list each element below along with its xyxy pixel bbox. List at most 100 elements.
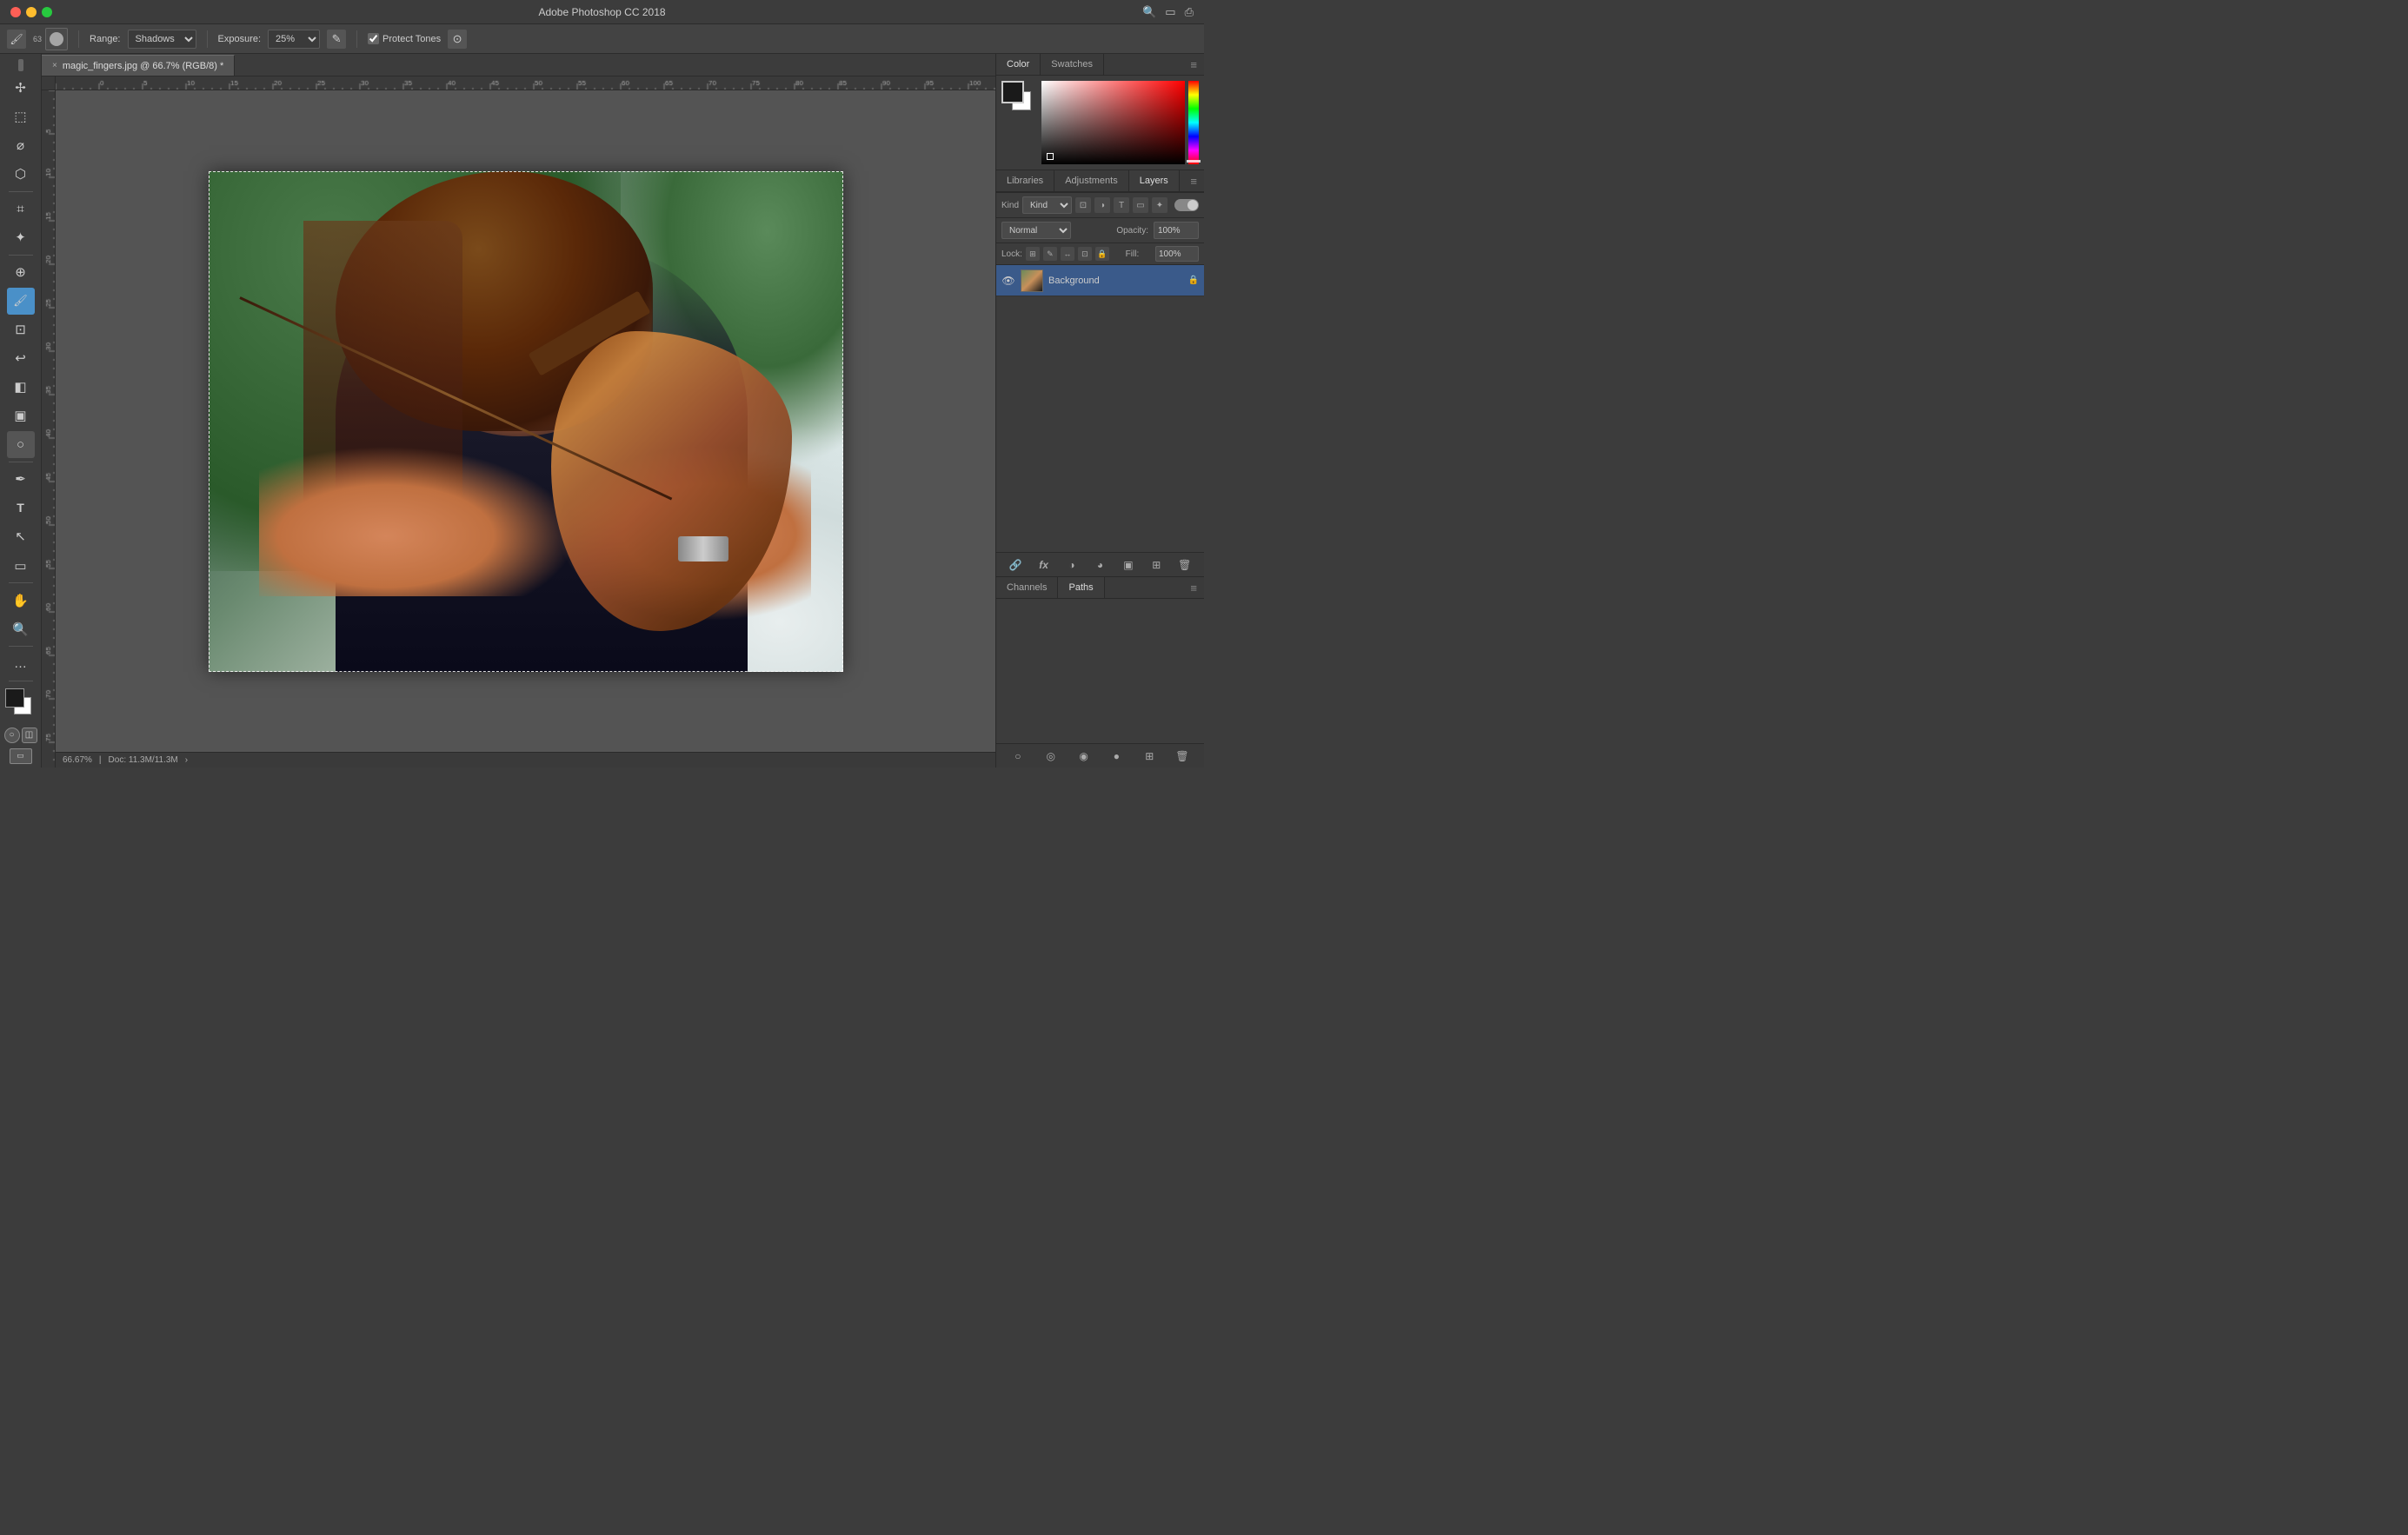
new-layer-icon[interactable]: ⊞: [1147, 556, 1165, 574]
new-group-icon[interactable]: ▣: [1120, 556, 1137, 574]
delete-path-icon[interactable]: 🗑: [1174, 748, 1191, 765]
fill-input[interactable]: [1155, 246, 1199, 262]
standard-mode[interactable]: ○: [4, 728, 20, 743]
lock-transform-icon[interactable]: ⊡: [1078, 247, 1092, 261]
layer-item-background[interactable]: 👁 Background 🔒: [996, 265, 1204, 296]
view-icon[interactable]: ▭: [1165, 5, 1175, 19]
lock-all-icon[interactable]: 🔒: [1095, 247, 1109, 261]
status-bar: 66.67% | Doc: 11.3M/11.3M ›: [56, 752, 995, 768]
tab-adjustments[interactable]: Adjustments: [1054, 170, 1129, 191]
protect-tones-checkbox[interactable]: [368, 33, 379, 44]
range-label: Range:: [90, 34, 120, 44]
more-tools[interactable]: …: [7, 650, 35, 677]
shape-filter-icon[interactable]: ▭: [1133, 197, 1148, 213]
main-layout: ✢ ⬚ ⌀ ⬡ ⌗ ✦ ⊕ 🖌 ⊡ ↩ ◧ ▣ ○ ✒ T ↖ ▭ ✋ 🔍 … …: [0, 54, 1204, 768]
crop-tool[interactable]: ⌗: [7, 196, 35, 223]
fg-color-swatch[interactable]: [1001, 81, 1024, 103]
lock-position-icon[interactable]: ✎: [1043, 247, 1057, 261]
layers-panel: Kind Kind ⊡ ◑ T ▭ ✦ Normal: [996, 193, 1204, 576]
screen-mode-button[interactable]: ▭: [10, 748, 32, 764]
stamp-tool[interactable]: ⊡: [7, 316, 35, 343]
opacity-input[interactable]: [1154, 222, 1199, 239]
lasso-tool[interactable]: ⌀: [7, 132, 35, 159]
pixel-filter-icon[interactable]: ⊡: [1075, 197, 1091, 213]
shape-tool[interactable]: ▭: [7, 552, 35, 579]
close-button[interactable]: [10, 7, 21, 17]
protect-tones-label[interactable]: Protect Tones: [368, 33, 441, 44]
share-icon[interactable]: ⎙: [1185, 5, 1194, 19]
new-path-icon[interactable]: ⊞: [1141, 748, 1158, 765]
tab-paths[interactable]: Paths: [1058, 577, 1104, 598]
link-layers-icon[interactable]: 🔗: [1007, 556, 1024, 574]
tool-preset-picker[interactable]: 🖌: [7, 30, 26, 49]
maximize-button[interactable]: [42, 7, 52, 17]
tab-swatches[interactable]: Swatches: [1041, 54, 1104, 75]
foreground-color[interactable]: [5, 688, 24, 708]
dodge-tool[interactable]: ○: [7, 431, 35, 458]
angle-icon[interactable]: ⊙: [448, 30, 467, 49]
filter-toggle[interactable]: [1174, 199, 1199, 211]
layers-panel-menu-icon[interactable]: ≡: [1183, 175, 1204, 188]
kind-label: Kind: [1001, 201, 1019, 210]
tab-channels[interactable]: Channels: [996, 577, 1058, 598]
lock-artboard-icon[interactable]: ↔: [1061, 247, 1074, 261]
minimize-button[interactable]: [26, 7, 37, 17]
left-toolbar: ✢ ⬚ ⌀ ⬡ ⌗ ✦ ⊕ 🖌 ⊡ ↩ ◧ ▣ ○ ✒ T ↖ ▭ ✋ 🔍 … …: [0, 54, 42, 768]
color-field-dark-overlay: [1041, 81, 1185, 164]
tab-color[interactable]: Color: [996, 54, 1041, 75]
fx-icon[interactable]: fx: [1035, 556, 1053, 574]
path-to-selection-icon[interactable]: ○: [1009, 748, 1027, 765]
fill-path-icon[interactable]: ●: [1108, 748, 1125, 765]
tab-libraries[interactable]: Libraries: [996, 170, 1054, 191]
move-tool[interactable]: ✢: [7, 75, 35, 102]
kind-select[interactable]: Kind: [1022, 196, 1072, 214]
hand-tool[interactable]: ✋: [7, 587, 35, 614]
range-select[interactable]: Shadows Midtones Highlights: [128, 30, 196, 49]
eraser-tool[interactable]: ◧: [7, 374, 35, 401]
blend-mode-select[interactable]: Normal Multiply Screen: [1001, 222, 1071, 239]
set-exposure-icon[interactable]: ✎: [327, 30, 346, 49]
type-tool[interactable]: T: [7, 495, 35, 522]
canvas-scroll[interactable]: [56, 90, 995, 752]
history-brush-tool[interactable]: ↩: [7, 345, 35, 372]
type-filter-icon[interactable]: T: [1114, 197, 1129, 213]
brush-tool[interactable]: 🖌: [7, 288, 35, 315]
quick-mask-mode[interactable]: ◫: [22, 728, 37, 743]
canvas-image[interactable]: [209, 171, 843, 672]
document-tab[interactable]: × magic_fingers.jpg @ 66.7% (RGB/8) *: [42, 55, 235, 76]
stroke-path-icon[interactable]: ◉: [1075, 748, 1093, 765]
color-panel-menu-icon[interactable]: ≡: [1183, 58, 1204, 71]
brush-preview[interactable]: [45, 28, 68, 50]
smart-filter-icon[interactable]: ✦: [1152, 197, 1167, 213]
window-controls[interactable]: [10, 7, 52, 17]
color-swatches-tabs: Color Swatches ≡: [996, 54, 1204, 76]
exposure-select[interactable]: 25% 50%: [268, 30, 320, 49]
layer-visibility-toggle[interactable]: 👁: [1001, 274, 1015, 288]
right-panel: Color Swatches ≡: [995, 54, 1204, 768]
zoom-tool[interactable]: 🔍: [7, 615, 35, 642]
marquee-tool[interactable]: ⬚: [7, 103, 35, 130]
quick-select-tool[interactable]: ⬡: [7, 161, 35, 188]
tool-separator-4: [9, 582, 33, 583]
color-swatches-area: [5, 688, 37, 719]
layers-bottom-bar: 🔗 fx ◑ ◕ ▣ ⊞ 🗑: [996, 552, 1204, 576]
search-icon[interactable]: 🔍: [1142, 5, 1156, 19]
delete-layer-icon[interactable]: 🗑: [1176, 556, 1194, 574]
spectrum-bar[interactable]: [1188, 81, 1199, 164]
selection-to-path-icon[interactable]: ◎: [1042, 748, 1060, 765]
paths-panel-menu-icon[interactable]: ≡: [1183, 581, 1204, 595]
lock-pixels-icon[interactable]: ⊞: [1026, 247, 1040, 261]
tab-layers[interactable]: Layers: [1129, 170, 1180, 191]
doc-tab-close[interactable]: ×: [52, 61, 57, 70]
eyedropper-tool[interactable]: ✦: [7, 224, 35, 251]
pen-tool[interactable]: ✒: [7, 466, 35, 493]
new-adjustment-icon[interactable]: ◕: [1091, 556, 1108, 574]
bracelet: [678, 536, 728, 562]
add-mask-icon[interactable]: ◑: [1063, 556, 1081, 574]
heal-tool[interactable]: ⊕: [7, 259, 35, 286]
gradient-tool[interactable]: ▣: [7, 402, 35, 429]
color-field[interactable]: [1041, 81, 1185, 164]
doc-info-arrow[interactable]: ›: [185, 755, 188, 765]
select-direct-tool[interactable]: ↖: [7, 523, 35, 550]
adj-filter-icon[interactable]: ◑: [1094, 197, 1110, 213]
